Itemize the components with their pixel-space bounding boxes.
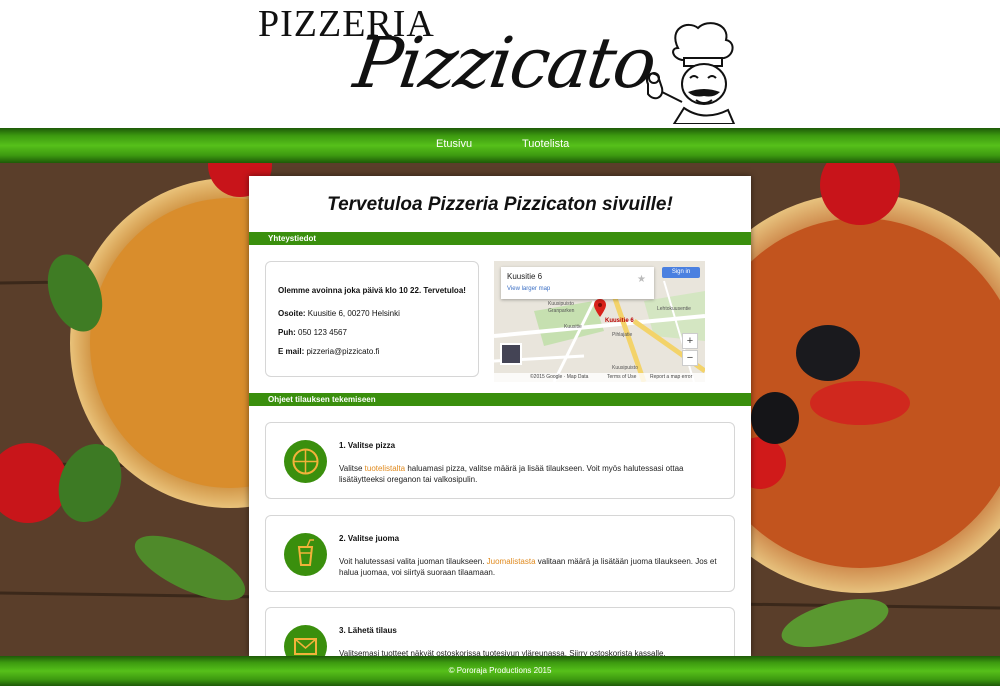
pizza-icon xyxy=(284,440,327,483)
footer-copyright: © Pororaja Productions 2015 xyxy=(448,666,552,675)
email-line: E mail: pizzeria@pizzicato.fi xyxy=(278,347,380,356)
map-pin-label: Kuusitie 6 xyxy=(605,318,634,324)
map-footer: ©2015 Google · Map Data Terms of Use Rep… xyxy=(494,373,705,382)
map-sign-in-button[interactable]: Sign in xyxy=(662,267,700,278)
order-step-card: 2. Valitse juoma Voit halutessasi valita… xyxy=(265,515,735,592)
map-street-label: Pihlajatie xyxy=(612,332,633,338)
map-place-title: Kuusitie 6 xyxy=(507,272,543,281)
step-text: Valitse xyxy=(339,464,365,473)
site-header: PIZZERIA Pizzicato xyxy=(0,0,1000,128)
phone-line: Puh: 050 123 4567 xyxy=(278,328,347,337)
step-description: Valitse tuotelistalta haluamasi pizza, v… xyxy=(339,463,731,485)
embedded-map[interactable]: Kuusipuisto Granparken Kuusitie Pihlajat… xyxy=(494,261,705,382)
order-step-card: 1. Valitse pizza Valitse tuotelistalta h… xyxy=(265,422,735,499)
order-step-card: 3. Lähetä tilaus Valitsemasi tuotteet nä… xyxy=(265,607,735,656)
star-icon[interactable]: ★ xyxy=(637,274,646,285)
step-title: 1. Valitse pizza xyxy=(339,441,396,450)
map-pin-icon xyxy=(594,299,606,317)
map-report-link[interactable]: Report a map error xyxy=(650,373,692,382)
content-panel: Tervetuloa Pizzeria Pizzicaton sivuille!… xyxy=(249,176,751,656)
drink-list-link[interactable]: Juomalistasta xyxy=(487,557,536,566)
map-zoom-in-button[interactable]: + xyxy=(682,333,698,349)
step-title: 3. Lähetä tilaus xyxy=(339,626,397,635)
contact-info-box: Olemme avoinna joka päivä klo 10 22. Ter… xyxy=(265,261,479,377)
address-line: Osoite: Kuusitie 6, 00270 Helsinki xyxy=(278,309,400,318)
nav-item-tuotelista[interactable]: Tuotelista xyxy=(522,138,569,150)
drink-icon xyxy=(284,533,327,576)
main-nav: Etusivu Tuotelista xyxy=(0,128,1000,163)
section-header-contact: Yhteystiedot xyxy=(249,232,751,245)
address-value: Kuusitie 6, 00270 Helsinki xyxy=(307,309,400,318)
phone-value: 050 123 4567 xyxy=(298,328,347,337)
nav-item-etusivu[interactable]: Etusivu xyxy=(436,138,472,150)
step-text: Voit halutessasi valita juoman tilauksee… xyxy=(339,557,487,566)
map-place-card: Kuusitie 6 View larger map ★ xyxy=(501,267,654,299)
map-street-label: Kuusitie xyxy=(564,324,582,330)
product-list-link[interactable]: tuotelistalta xyxy=(365,464,405,473)
map-street-label: Kuusipuisto xyxy=(548,301,574,307)
page-title: Tervetuloa Pizzeria Pizzicaton sivuille! xyxy=(327,194,673,215)
email-label: E mail: xyxy=(278,347,305,356)
map-terms-link[interactable]: Terms of Use xyxy=(607,373,636,382)
map-street-label: Kuusipuisto xyxy=(612,365,638,371)
step-description: Voit halutessasi valita juoman tilauksee… xyxy=(339,556,731,578)
address-label: Osoite: xyxy=(278,309,306,318)
site-footer: © Pororaja Productions 2015 xyxy=(0,656,1000,686)
chef-logo-icon xyxy=(646,22,736,124)
logo-text-pizzicato: Pizzicato xyxy=(349,22,660,104)
envelope-icon xyxy=(284,625,327,656)
view-larger-map-link[interactable]: View larger map xyxy=(507,286,550,292)
satellite-toggle-icon[interactable] xyxy=(500,343,522,365)
section-header-instructions: Ohjeet tilauksen tekemiseen xyxy=(249,393,751,406)
map-street-label: Granparken xyxy=(548,308,575,314)
phone-label: Puh: xyxy=(278,328,296,337)
map-copyright: ©2015 Google · Map Data xyxy=(530,374,589,380)
opening-hours-text: Olemme avoinna joka päivä klo 10 22. Ter… xyxy=(278,286,466,295)
map-zoom-out-button[interactable]: − xyxy=(682,350,698,366)
map-street-label: Lehtokuusentie xyxy=(657,306,691,312)
email-value: pizzeria@pizzicato.fi xyxy=(306,347,380,356)
step-title: 2. Valitse juoma xyxy=(339,534,400,543)
step-description: Valitsemasi tuotteet näkyät ostoskorissa… xyxy=(339,649,666,656)
